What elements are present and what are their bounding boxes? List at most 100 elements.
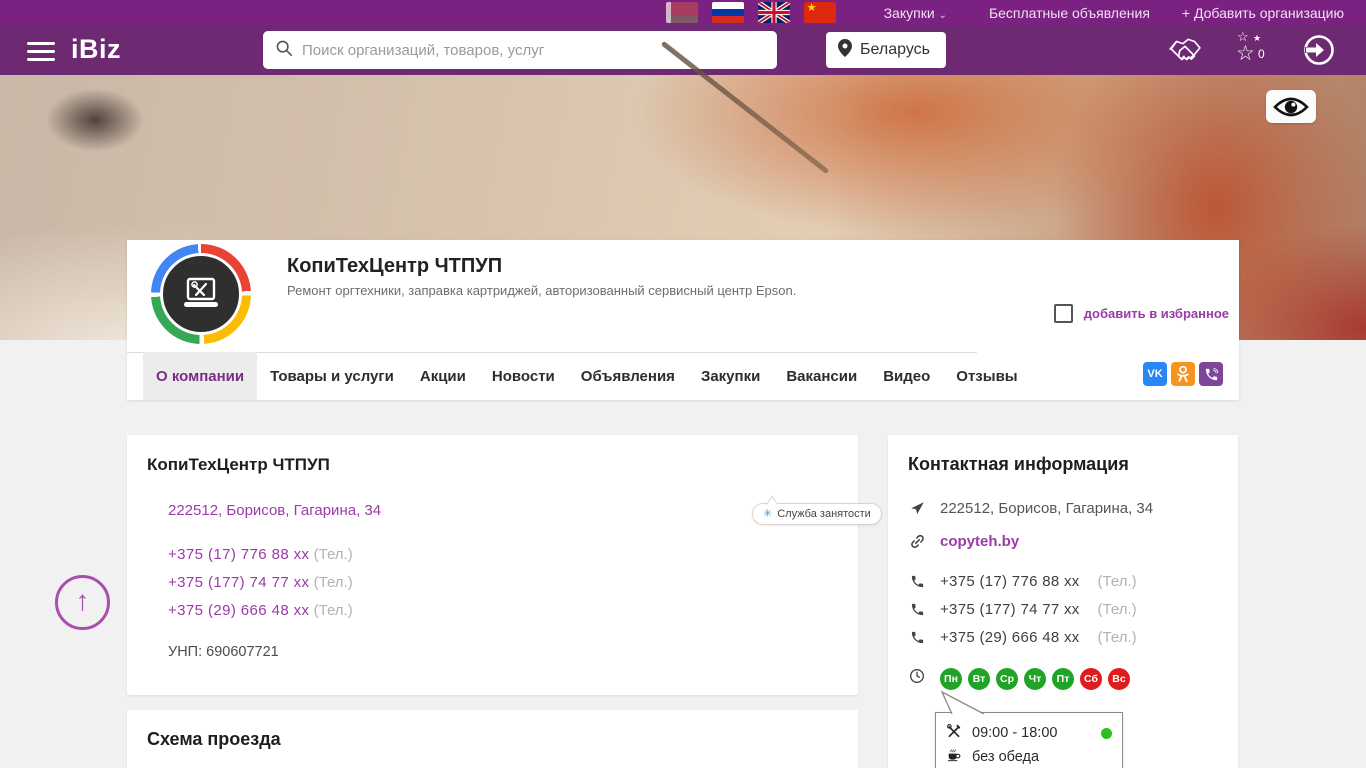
phone-line: +375 (29) 666 48 xx (Тел.)	[168, 597, 838, 625]
day-badge-sun[interactable]: Вс	[1108, 668, 1130, 690]
back-to-top-button[interactable]: ↑	[55, 575, 110, 630]
up-arrow-icon: ↑	[76, 587, 90, 615]
flag-uk-icon[interactable]	[758, 2, 790, 23]
phone-icon	[908, 602, 926, 617]
tab-ads[interactable]: Объявления	[568, 352, 688, 400]
phone-list: +375 (17) 776 88 xx (Тел.) +375 (177) 74…	[168, 541, 838, 625]
phone-line: +375 (17) 776 88 xx (Тел.)	[168, 541, 838, 569]
favorites-stars-icon[interactable]: ☆ ☆ ★ 0	[1234, 33, 1276, 69]
viber-icon[interactable]	[1199, 362, 1223, 386]
employment-service-label: Служба занятости	[777, 508, 871, 520]
partners-handshake-icon[interactable]	[1168, 35, 1202, 70]
lunch-info: без обеда	[972, 749, 1039, 765]
contact-address: 222512, Борисов, Гагарина, 34	[940, 500, 1153, 517]
coffee-cup-icon	[946, 747, 962, 767]
tab-products[interactable]: Товары и услуги	[257, 352, 407, 400]
flag-russia-icon[interactable]	[712, 2, 744, 23]
day-badge-sat[interactable]: Сб	[1080, 668, 1102, 690]
social-icons: VK	[1143, 362, 1223, 386]
company-unp: УНП: 690607721	[168, 644, 838, 660]
company-tabs: О компании Товары и услуги Акции Новости…	[143, 352, 1031, 400]
add-to-favorites[interactable]: добавить в избранное	[1054, 304, 1229, 323]
phone-type: (Тел.)	[314, 574, 353, 591]
china-star: ★	[807, 2, 817, 14]
flag-china-icon[interactable]: ★	[804, 2, 836, 23]
main-navbar: iBiz Беларусь ☆ ☆ ★ 0	[0, 25, 1366, 75]
location-selector[interactable]: Беларусь	[826, 32, 946, 68]
employment-service-icon: ✳	[763, 507, 772, 520]
favorites-count: 0	[1258, 47, 1265, 61]
company-logo[interactable]	[151, 244, 251, 344]
top-strip: ★ Закупки ⌄ Бесплатные объявления + Доба…	[0, 0, 1366, 25]
work-hours: 09:00 - 18:00	[972, 725, 1057, 741]
day-badge-fri[interactable]: Пт	[1052, 668, 1074, 690]
flag-belarus-icon[interactable]	[666, 2, 698, 23]
day-badge-tue[interactable]: Вт	[968, 668, 990, 690]
open-now-indicator	[1101, 728, 1112, 739]
phone-type: (Тел.)	[1098, 573, 1137, 590]
tab-procurement[interactable]: Закупки	[688, 352, 773, 400]
search-input[interactable]	[302, 42, 765, 59]
weekday-badges: Пн Вт Ср Чт Пт Сб Вс	[940, 668, 1130, 690]
contact-info-title: Контактная информация	[908, 454, 1218, 475]
chevron-down-icon: ⌄	[939, 10, 947, 21]
navigation-arrow-icon	[908, 501, 926, 516]
tab-about[interactable]: О компании	[143, 352, 257, 400]
contact-phone[interactable]: +375 (17) 776 88 xx	[940, 573, 1080, 590]
about-company-card: КопиТехЦентр ЧТПУП 222512, Борисов, Гага…	[127, 435, 858, 695]
procurement-menu[interactable]: Закупки ⌄	[884, 5, 947, 21]
phone-icon	[908, 630, 926, 645]
tab-video[interactable]: Видео	[870, 352, 943, 400]
company-name: КопиТехЦентр ЧТПУП	[287, 255, 502, 278]
tab-news[interactable]: Новости	[479, 352, 568, 400]
vk-icon[interactable]: VK	[1143, 362, 1167, 386]
views-eye-icon[interactable]	[1266, 90, 1316, 123]
phone-type: (Тел.)	[314, 602, 353, 619]
link-icon	[908, 533, 926, 550]
schedule-tooltip: 09:00 - 18:00 без обеда	[935, 712, 1123, 768]
company-address-link[interactable]: 222512, Борисов, Гагарина, 34	[168, 502, 381, 519]
company-tabs-row: О компании Товары и услуги Акции Новости…	[127, 352, 1239, 400]
contact-info-card: Контактная информация 222512, Борисов, Г…	[888, 435, 1238, 768]
search-bar	[263, 31, 777, 69]
company-logo-inner	[160, 253, 242, 335]
work-tools-icon	[946, 723, 962, 743]
contact-phone[interactable]: +375 (29) 666 48 xx	[940, 629, 1080, 646]
day-badge-mon[interactable]: Пн	[940, 668, 962, 690]
phone-type: (Тел.)	[1098, 601, 1137, 618]
page-content: КопиТехЦентр ЧТПУП 222512, Борисов, Гага…	[127, 435, 1239, 768]
location-pin-icon	[838, 39, 852, 62]
search-icon	[275, 39, 293, 62]
phone-number-link[interactable]: +375 (177) 74 77 xx	[168, 574, 309, 591]
favorite-checkbox[interactable]	[1054, 304, 1073, 323]
employment-service-tooltip: ✳ Служба занятости	[752, 503, 882, 525]
odnoklassniki-icon[interactable]	[1171, 362, 1195, 386]
site-logo[interactable]: iBiz	[71, 34, 121, 65]
hamburger-menu-icon[interactable]	[27, 42, 55, 66]
tooltip-pointer	[938, 690, 990, 714]
company-header-card: КопиТехЦентр ЧТПУП Ремонт оргтехники, за…	[127, 240, 1239, 400]
favorite-label: добавить в избранное	[1084, 306, 1229, 321]
day-badge-thu[interactable]: Чт	[1024, 668, 1046, 690]
phone-icon	[908, 574, 926, 589]
phone-number-link[interactable]: +375 (17) 776 88 xx	[168, 546, 309, 563]
free-ads-link[interactable]: Бесплатные объявления	[989, 5, 1150, 21]
clock-icon	[908, 668, 926, 684]
tab-reviews[interactable]: Отзывы	[943, 352, 1030, 400]
day-badge-wed[interactable]: Ср	[996, 668, 1018, 690]
map-section-title: Схема проезда	[147, 729, 838, 750]
language-flags: ★	[666, 2, 836, 23]
phone-number-link[interactable]: +375 (29) 666 48 xx	[168, 602, 309, 619]
contact-phone[interactable]: +375 (177) 74 77 xx	[940, 601, 1080, 618]
tab-promotions[interactable]: Акции	[407, 352, 479, 400]
login-icon[interactable]	[1302, 33, 1336, 72]
about-title: КопиТехЦентр ЧТПУП	[147, 455, 838, 475]
phone-type: (Тел.)	[314, 546, 353, 563]
tab-vacancies[interactable]: Вакансии	[773, 352, 870, 400]
map-section-card: Схема проезда	[127, 710, 858, 768]
company-website-link[interactable]: copyteh.by	[940, 533, 1019, 550]
phone-type: (Тел.)	[1098, 629, 1137, 646]
phone-line: +375 (177) 74 77 xx (Тел.)	[168, 569, 838, 597]
add-organization-link[interactable]: + Добавить организацию	[1182, 5, 1344, 21]
company-description: Ремонт оргтехники, заправка картриджей, …	[287, 283, 796, 298]
